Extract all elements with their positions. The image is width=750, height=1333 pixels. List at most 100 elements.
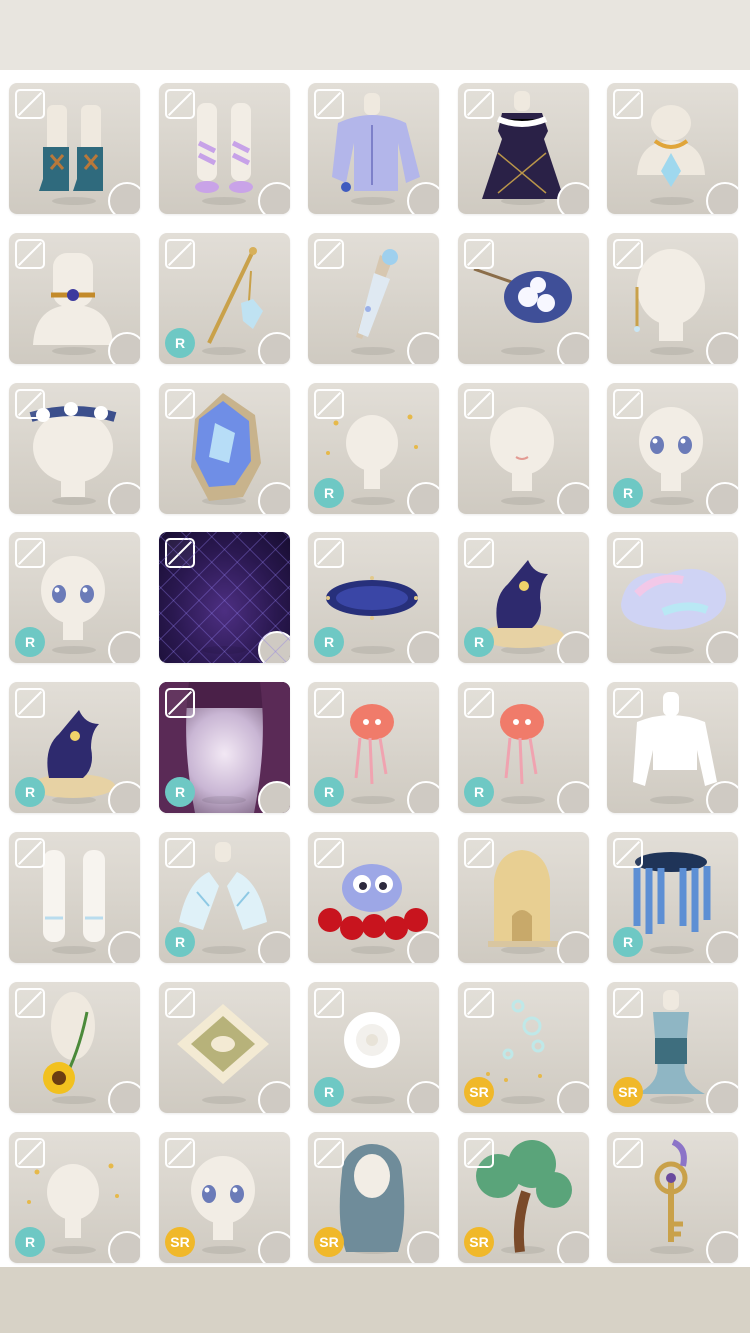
select-checkbox[interactable]	[613, 838, 643, 868]
sparkle-halo-item[interactable]: R	[308, 383, 439, 514]
select-checkbox[interactable]	[165, 538, 195, 568]
rarity-badge: R	[15, 777, 45, 807]
select-checkbox[interactable]	[464, 538, 494, 568]
select-checkbox[interactable]	[613, 988, 643, 1018]
quantity-dot	[108, 1231, 140, 1263]
purple-dragon-pet-item[interactable]: R	[458, 532, 589, 663]
navy-eyes-face-item[interactable]: R	[9, 532, 140, 663]
rarity-badge: R	[613, 478, 643, 508]
select-checkbox[interactable]	[15, 1138, 45, 1168]
select-checkbox[interactable]	[15, 838, 45, 868]
quantity-dot	[557, 781, 589, 813]
quantity-dot	[258, 182, 290, 214]
select-checkbox[interactable]	[613, 688, 643, 718]
quantity-dot	[258, 482, 290, 514]
select-checkbox[interactable]	[314, 89, 344, 119]
blue-eyes-face-item[interactable]: R	[607, 383, 738, 514]
bubbles-effect-item[interactable]: SR	[458, 982, 589, 1113]
select-checkbox[interactable]	[165, 688, 195, 718]
select-checkbox[interactable]	[314, 389, 344, 419]
select-checkbox[interactable]	[15, 89, 45, 119]
select-checkbox[interactable]	[464, 389, 494, 419]
pink-jellyfish-item[interactable]: R	[308, 682, 439, 813]
quantity-dot	[706, 781, 738, 813]
select-checkbox[interactable]	[613, 239, 643, 269]
opal-pendant-item[interactable]	[607, 83, 738, 214]
teal-lace-boots-item[interactable]	[9, 83, 140, 214]
bonsai-tree-item[interactable]: SR	[458, 1132, 589, 1263]
iridescent-stone-item[interactable]	[607, 532, 738, 663]
quantity-dot	[407, 1081, 439, 1113]
select-checkbox[interactable]	[165, 1138, 195, 1168]
select-checkbox[interactable]	[15, 538, 45, 568]
select-checkbox[interactable]	[165, 89, 195, 119]
select-checkbox[interactable]	[314, 688, 344, 718]
select-checkbox[interactable]	[464, 988, 494, 1018]
select-checkbox[interactable]	[613, 389, 643, 419]
lace-gloves-item[interactable]: R	[159, 832, 290, 963]
gold-chain-earring-item[interactable]	[607, 233, 738, 364]
galaxy-dragon-pet-item[interactable]: R	[9, 682, 140, 813]
quantity-dot	[706, 631, 738, 663]
rarity-badge: SR	[165, 1227, 195, 1257]
blue-crystal-geode-item[interactable]	[159, 383, 290, 514]
white-stockings-item[interactable]	[9, 832, 140, 963]
leaf-stamp-item[interactable]	[159, 982, 290, 1113]
quantity-dot	[108, 1081, 140, 1113]
wisteria-hat-item[interactable]: R	[607, 832, 738, 963]
sand-castle-item[interactable]	[458, 832, 589, 963]
select-checkbox[interactable]	[165, 389, 195, 419]
select-checkbox[interactable]	[15, 389, 45, 419]
lilac-socks-item[interactable]	[159, 83, 290, 214]
quantity-dot	[108, 931, 140, 963]
select-checkbox[interactable]	[314, 1138, 344, 1168]
purple-stage-curtain-item[interactable]: R	[159, 682, 290, 813]
long-teal-hair-item[interactable]: SR	[308, 1132, 439, 1263]
white-cropped-sweater-item[interactable]	[607, 682, 738, 813]
golden-sparkle-face-item[interactable]: R	[9, 1132, 140, 1263]
select-checkbox[interactable]	[464, 1138, 494, 1168]
select-checkbox[interactable]	[15, 239, 45, 269]
quantity-dot	[557, 631, 589, 663]
teal-lash-face-item[interactable]: SR	[159, 1132, 290, 1263]
select-checkbox[interactable]	[613, 89, 643, 119]
select-checkbox[interactable]	[464, 89, 494, 119]
select-checkbox[interactable]	[165, 239, 195, 269]
white-peony-item[interactable]: R	[308, 982, 439, 1113]
blue-rose-bouquet-item[interactable]	[458, 233, 589, 364]
select-checkbox[interactable]	[613, 538, 643, 568]
mermaid-tail-dress-item[interactable]: SR	[607, 982, 738, 1113]
select-checkbox[interactable]	[464, 838, 494, 868]
navy-quilted-dress-item[interactable]	[458, 83, 589, 214]
sapphire-choker-item[interactable]	[9, 233, 140, 364]
lavender-blouse-item[interactable]	[308, 83, 439, 214]
select-checkbox[interactable]	[165, 988, 195, 1018]
select-checkbox[interactable]	[613, 1138, 643, 1168]
select-checkbox[interactable]	[314, 538, 344, 568]
purple-grid-background-item[interactable]	[159, 532, 290, 663]
select-checkbox[interactable]	[314, 988, 344, 1018]
select-checkbox[interactable]	[464, 239, 494, 269]
crystal-pendulum-wand-item[interactable]: R	[159, 233, 290, 364]
smile-face-item[interactable]	[458, 383, 589, 514]
star-bottle-item[interactable]	[308, 233, 439, 364]
sunflower-sash-item[interactable]	[9, 982, 140, 1113]
select-checkbox[interactable]	[15, 688, 45, 718]
quantity-dot	[108, 631, 140, 663]
bird-rose-nest-item[interactable]	[308, 832, 439, 963]
white-jellyfish-item[interactable]: R	[458, 682, 589, 813]
quantity-dot	[108, 182, 140, 214]
golden-key-wand-item[interactable]	[607, 1132, 738, 1263]
white-rose-crown-item[interactable]	[9, 383, 140, 514]
select-checkbox[interactable]	[314, 838, 344, 868]
navy-rug-item[interactable]: R	[308, 532, 439, 663]
quantity-dot	[258, 332, 290, 364]
select-checkbox[interactable]	[314, 239, 344, 269]
rarity-badge: R	[464, 627, 494, 657]
select-checkbox[interactable]	[464, 688, 494, 718]
quantity-dot	[557, 332, 589, 364]
quantity-dot	[557, 1231, 589, 1263]
quantity-dot	[407, 631, 439, 663]
select-checkbox[interactable]	[165, 838, 195, 868]
select-checkbox[interactable]	[15, 988, 45, 1018]
